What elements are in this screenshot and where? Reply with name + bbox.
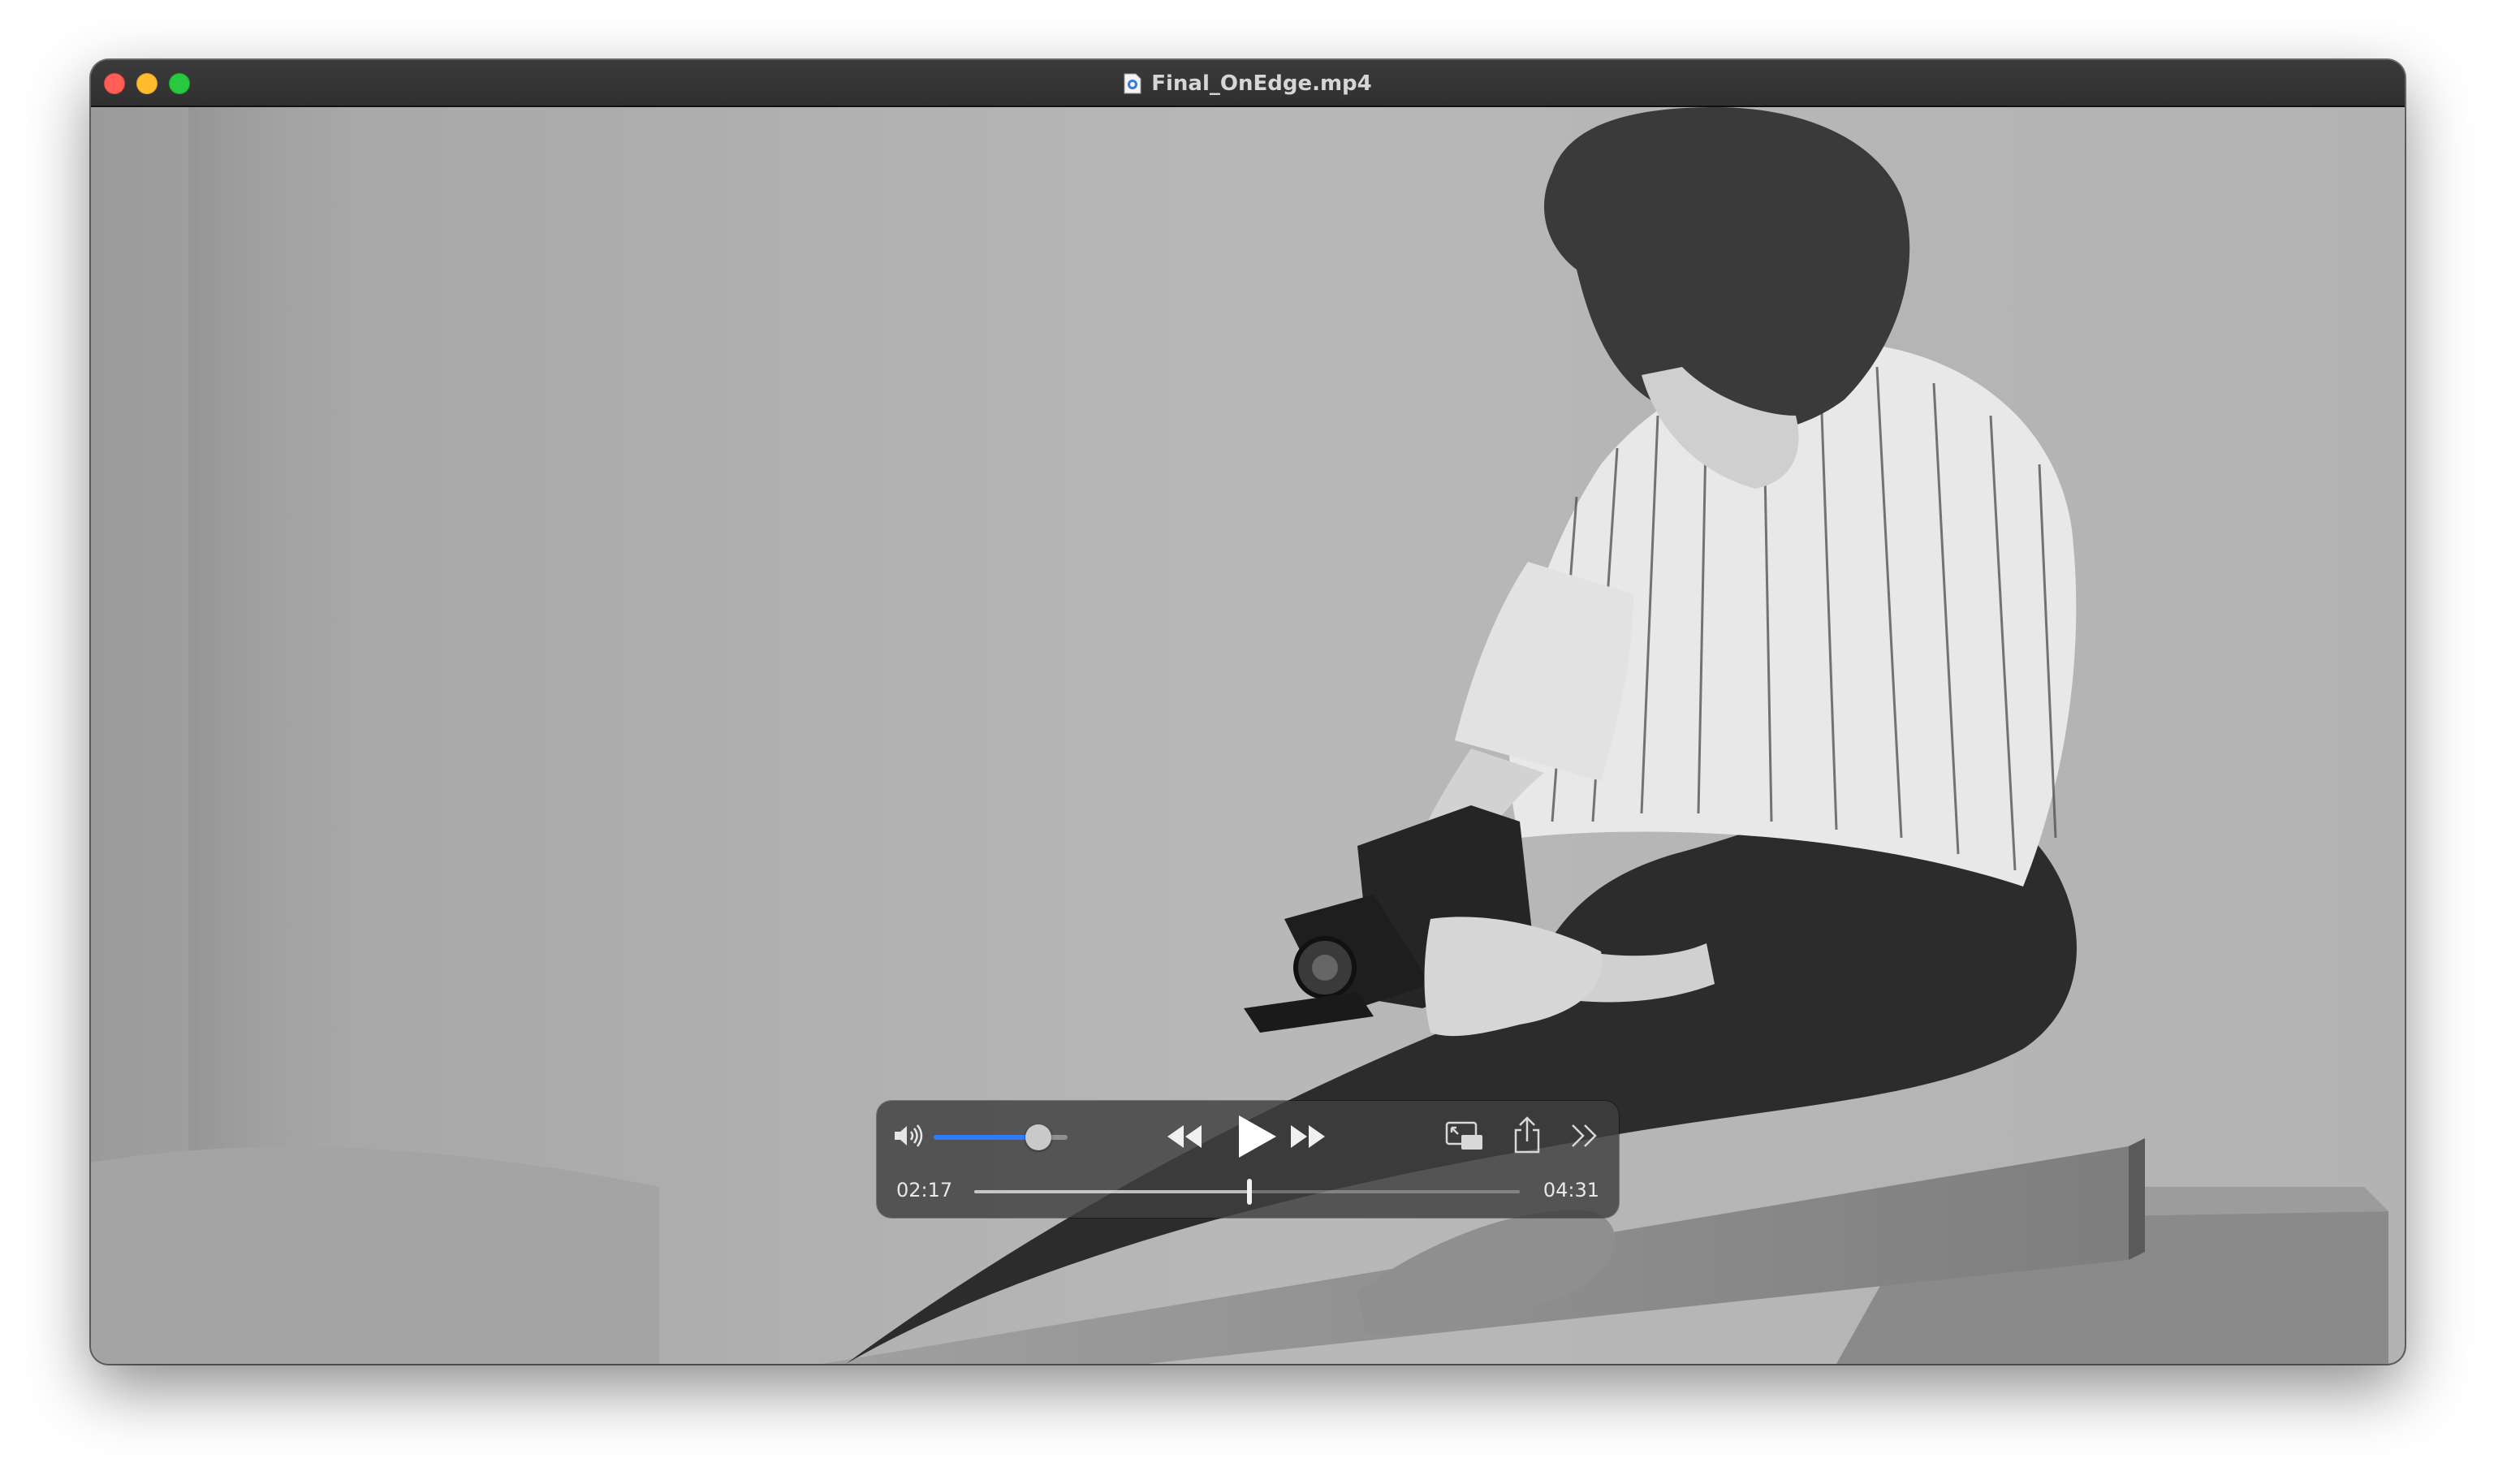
video-frame[interactable]: 02:17 04:31 <box>91 107 2405 1364</box>
volume-icon[interactable] <box>893 1124 924 1148</box>
play-button[interactable] <box>1234 1112 1279 1161</box>
share-icon <box>1514 1116 1540 1154</box>
timeline-played <box>974 1190 1250 1193</box>
picture-in-picture-button[interactable] <box>1445 1120 1484 1153</box>
player-window: Final_OnEdge.mp4 02:17 04:31 <box>91 60 2405 1364</box>
rewind-button[interactable] <box>1164 1122 1203 1151</box>
title-bar[interactable]: Final_OnEdge.mp4 <box>91 60 2405 107</box>
current-time: 02:17 <box>896 1179 953 1201</box>
timeline-scrubber[interactable] <box>974 1179 1520 1205</box>
total-time: 04:31 <box>1543 1179 1599 1201</box>
fast-forward-button[interactable] <box>1289 1122 1328 1151</box>
rewind-icon <box>1167 1125 1202 1148</box>
quicktime-document-icon <box>1124 73 1141 94</box>
playhead[interactable] <box>1247 1179 1253 1205</box>
share-button[interactable] <box>1512 1115 1543 1154</box>
more-icon <box>1572 1124 1597 1147</box>
volume-slider[interactable] <box>934 1124 1068 1150</box>
playback-controls: 02:17 04:31 <box>877 1101 1619 1218</box>
volume-knob[interactable] <box>1025 1124 1051 1150</box>
volume-level <box>934 1135 1038 1140</box>
play-icon <box>1239 1115 1276 1158</box>
fast-forward-icon <box>1291 1125 1325 1148</box>
picture-in-picture-icon <box>1445 1121 1482 1150</box>
more-button[interactable] <box>1568 1122 1601 1150</box>
window-title: Final_OnEdge.mp4 <box>91 60 2405 107</box>
window-title-text: Final_OnEdge.mp4 <box>1151 71 1372 96</box>
